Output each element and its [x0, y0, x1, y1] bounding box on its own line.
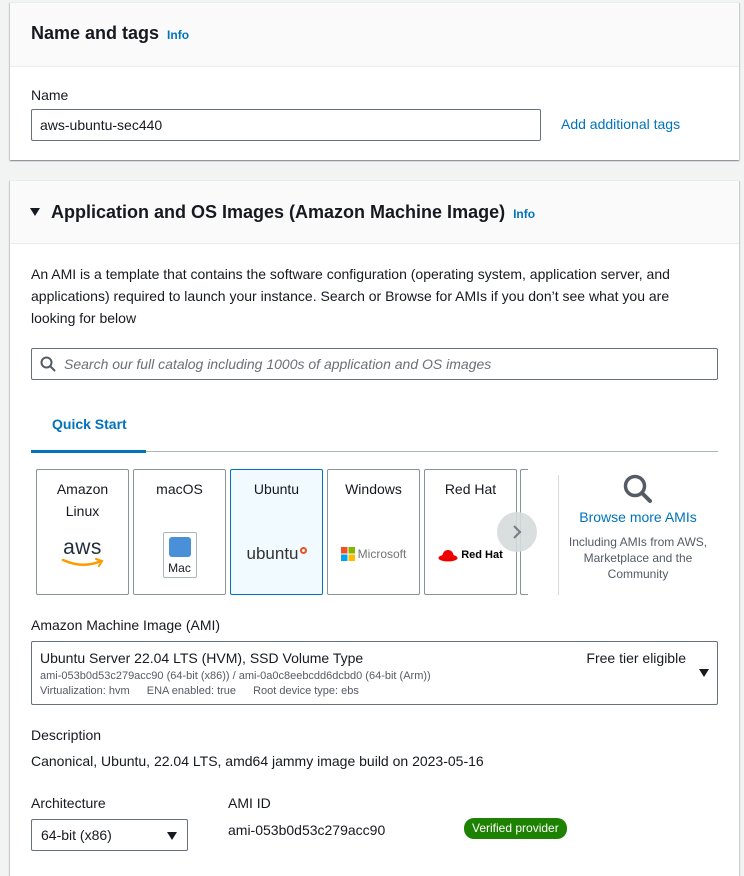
- tab-quick-start[interactable]: Quick Start: [31, 411, 146, 453]
- description-value: Canonical, Ubuntu, 22.04 LTS, amd64 jamm…: [31, 753, 484, 769]
- microsoft-logo-icon: Microsoft: [328, 547, 419, 561]
- architecture-select[interactable]: 64-bit (x86): [31, 819, 188, 851]
- ami-select-label: Amazon Machine Image (AMI): [31, 617, 221, 633]
- search-icon: [40, 356, 56, 372]
- ami-ena: ENA enabled: true: [146, 685, 237, 697]
- chevron-right-icon: [513, 525, 522, 539]
- caret-down-icon: [167, 832, 177, 840]
- browse-divider: [558, 475, 559, 595]
- browse-more-amis[interactable]: Browse more AMIs Including AMIs from AWS…: [568, 473, 708, 582]
- os-card-label: Amazon Linux: [56, 481, 109, 519]
- os-card-label: Ubuntu: [253, 481, 300, 497]
- os-card-ubuntu[interactable]: Ubuntu ubuntu: [230, 469, 323, 595]
- mac-logo-icon: Mac: [134, 532, 225, 578]
- os-card-amazon-linux[interactable]: Amazon Linux aws: [36, 469, 129, 595]
- os-card-label: Windows: [345, 481, 402, 497]
- verified-provider-badge: Verified provider: [464, 818, 567, 839]
- os-card-macos[interactable]: macOS Mac: [133, 469, 226, 595]
- os-card-label: macOS: [156, 481, 203, 497]
- ami-meta: Virtualization: hvm ENA enabled: true Ro…: [40, 685, 373, 697]
- search-icon: [623, 474, 652, 503]
- ami-section-title: Application and OS Images (Amazon Machin…: [51, 202, 506, 222]
- description-label: Description: [31, 727, 102, 743]
- caret-down-icon: [699, 669, 709, 677]
- os-card-windows[interactable]: Windows Microsoft: [327, 469, 420, 595]
- ami-id-value: ami-053b0d53c279acc90: [228, 822, 386, 838]
- ami-virtualization: Virtualization: hvm: [40, 685, 130, 697]
- ami-ids: ami-053b0d53c279acc90 (64-bit (x86)) / a…: [40, 670, 431, 682]
- ami-search-box[interactable]: [31, 348, 718, 380]
- tab-quick-start-label: Quick Start: [52, 416, 127, 432]
- ami-panel-header[interactable]: Application and OS Images (Amazon Machin…: [10, 181, 739, 244]
- ami-info-link[interactable]: Info: [513, 207, 535, 221]
- ami-root-device: Root device type: ebs: [253, 685, 359, 697]
- ubuntu-logo-icon: ubuntu: [231, 544, 322, 564]
- browse-more-amis-subtext: Including AMIs from AWS, Marketplace and…: [568, 535, 708, 581]
- architecture-label: Architecture: [31, 795, 106, 811]
- ami-select[interactable]: Ubuntu Server 22.04 LTS (HVM), SSD Volum…: [31, 641, 718, 705]
- name-label: Name: [31, 87, 69, 103]
- collapse-caret-icon[interactable]: [30, 208, 40, 216]
- add-additional-tags-link[interactable]: Add additional tags: [561, 116, 680, 132]
- browse-more-amis-link[interactable]: Browse more AMIs: [568, 509, 708, 525]
- os-card-label: Red Hat: [444, 481, 497, 497]
- aws-logo-icon: aws: [37, 537, 128, 568]
- name-and-tags-info-link[interactable]: Info: [167, 28, 189, 42]
- name-and-tags-header: Name and tags Info: [10, 3, 739, 67]
- ami-search-input[interactable]: [64, 349, 704, 379]
- name-and-tags-panel: Name and tags Info Name Add additional t…: [10, 2, 739, 160]
- ami-section-description: An AMI is a template that contains the s…: [31, 266, 670, 326]
- ami-name: Ubuntu Server 22.04 LTS (HVM), SSD Volum…: [40, 650, 364, 666]
- name-and-tags-title: Name and tags: [31, 23, 160, 43]
- redhat-logo-icon: Red Hat: [425, 548, 516, 562]
- carousel-next-button[interactable]: [497, 512, 537, 552]
- ami-panel: Application and OS Images (Amazon Machin…: [10, 180, 739, 876]
- ami-id-label: AMI ID: [228, 795, 271, 811]
- free-tier-label: Free tier eligible: [586, 650, 686, 666]
- name-input[interactable]: [31, 109, 541, 141]
- architecture-value: 64-bit (x86): [41, 827, 112, 843]
